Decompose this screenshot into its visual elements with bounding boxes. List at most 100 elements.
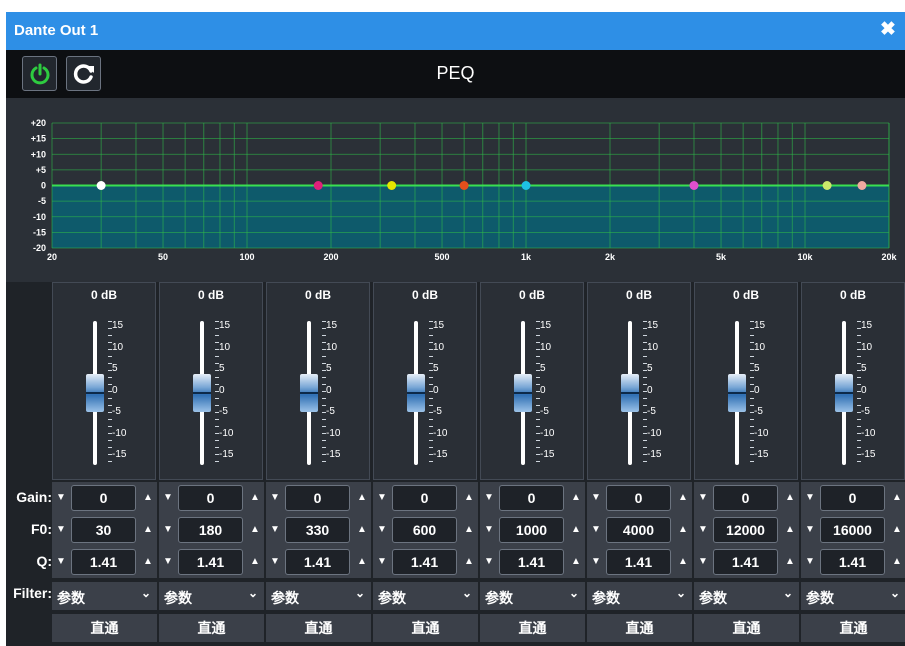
decrement-icon[interactable]: ▼ (587, 546, 605, 578)
bypass-button[interactable]: 直通 (52, 614, 157, 642)
gain-slider-thumb[interactable] (300, 374, 318, 412)
f0-input[interactable] (499, 517, 564, 543)
gain-slider-thumb[interactable] (86, 374, 104, 412)
q-input[interactable] (713, 549, 778, 575)
close-x-icon[interactable]: ✖ (877, 19, 899, 41)
decrement-icon[interactable]: ▼ (373, 514, 391, 546)
increment-icon[interactable]: ▲ (460, 482, 478, 514)
q-input[interactable] (285, 549, 350, 575)
gain-input[interactable] (713, 485, 778, 511)
decrement-icon[interactable]: ▼ (587, 514, 605, 546)
bypass-button[interactable]: 直通 (373, 614, 478, 642)
f0-input[interactable] (71, 517, 136, 543)
increment-icon[interactable]: ▲ (888, 482, 905, 514)
f0-input[interactable] (713, 517, 778, 543)
eq-graph[interactable]: +20 +15 +10 +5 0 -5 -10 -15 -20 20 50 100 200 500 1k 2k… (6, 98, 905, 282)
eq-band-point[interactable] (459, 181, 469, 190)
q-input[interactable] (178, 549, 243, 575)
q-input[interactable] (499, 549, 564, 575)
increment-icon[interactable]: ▲ (353, 546, 371, 578)
f0-input[interactable] (178, 517, 243, 543)
bypass-button[interactable]: 直通 (480, 614, 585, 642)
decrement-icon[interactable]: ▼ (52, 514, 70, 546)
decrement-icon[interactable]: ▼ (694, 514, 712, 546)
decrement-icon[interactable]: ▼ (159, 514, 177, 546)
decrement-icon[interactable]: ▼ (373, 546, 391, 578)
decrement-icon[interactable]: ▼ (266, 482, 284, 514)
increment-icon[interactable]: ▲ (567, 546, 585, 578)
increment-icon[interactable]: ▲ (888, 514, 905, 546)
eq-band-point[interactable] (96, 181, 106, 190)
increment-icon[interactable]: ▲ (460, 546, 478, 578)
increment-icon[interactable]: ▲ (246, 514, 264, 546)
filter-type-select[interactable]: 参数 ⌄ (373, 582, 478, 610)
increment-icon[interactable]: ▲ (674, 546, 692, 578)
decrement-icon[interactable]: ▼ (373, 482, 391, 514)
bypass-button[interactable]: 直通 (266, 614, 371, 642)
decrement-icon[interactable]: ▼ (266, 546, 284, 578)
filter-type-select[interactable]: 参数 ⌄ (266, 582, 371, 610)
decrement-icon[interactable]: ▼ (801, 514, 819, 546)
f0-input[interactable] (285, 517, 350, 543)
increment-icon[interactable]: ▲ (781, 546, 799, 578)
decrement-icon[interactable]: ▼ (694, 482, 712, 514)
eq-band-point[interactable] (689, 181, 699, 190)
f0-input[interactable] (606, 517, 671, 543)
gain-slider-thumb[interactable] (621, 374, 639, 412)
eq-band-point[interactable] (857, 181, 867, 190)
filter-type-select[interactable]: 参数 ⌄ (52, 582, 157, 610)
increment-icon[interactable]: ▲ (246, 546, 264, 578)
increment-icon[interactable]: ▲ (888, 546, 905, 578)
gain-input[interactable] (392, 485, 457, 511)
increment-icon[interactable]: ▲ (353, 482, 371, 514)
decrement-icon[interactable]: ▼ (801, 546, 819, 578)
decrement-icon[interactable]: ▼ (159, 482, 177, 514)
gain-input[interactable] (499, 485, 564, 511)
eq-band-point[interactable] (387, 181, 397, 190)
decrement-icon[interactable]: ▼ (266, 514, 284, 546)
filter-type-select[interactable]: 参数 ⌄ (694, 582, 799, 610)
gain-slider-thumb[interactable] (835, 374, 853, 412)
gain-input[interactable] (285, 485, 350, 511)
decrement-icon[interactable]: ▼ (52, 482, 70, 514)
increment-icon[interactable]: ▲ (353, 514, 371, 546)
decrement-icon[interactable]: ▼ (480, 546, 498, 578)
increment-icon[interactable]: ▲ (139, 546, 157, 578)
gain-slider-thumb[interactable] (728, 374, 746, 412)
eq-band-point[interactable] (822, 181, 832, 190)
q-input[interactable] (71, 549, 136, 575)
filter-type-select[interactable]: 参数 ⌄ (480, 582, 585, 610)
gain-slider-thumb[interactable] (514, 374, 532, 412)
gain-input[interactable] (606, 485, 671, 511)
increment-icon[interactable]: ▲ (460, 514, 478, 546)
decrement-icon[interactable]: ▼ (801, 482, 819, 514)
filter-type-select[interactable]: 参数 ⌄ (801, 582, 905, 610)
q-input[interactable] (606, 549, 671, 575)
increment-icon[interactable]: ▲ (567, 482, 585, 514)
f0-input[interactable] (820, 517, 885, 543)
decrement-icon[interactable]: ▼ (587, 482, 605, 514)
bypass-button[interactable]: 直通 (587, 614, 692, 642)
filter-type-select[interactable]: 参数 ⌄ (159, 582, 264, 610)
gain-slider-thumb[interactable] (193, 374, 211, 412)
bypass-button[interactable]: 直通 (159, 614, 264, 642)
increment-icon[interactable]: ▲ (139, 514, 157, 546)
increment-icon[interactable]: ▲ (781, 482, 799, 514)
increment-icon[interactable]: ▲ (781, 514, 799, 546)
bypass-button[interactable]: 直通 (694, 614, 799, 642)
gain-slider-thumb[interactable] (407, 374, 425, 412)
q-input[interactable] (820, 549, 885, 575)
increment-icon[interactable]: ▲ (674, 482, 692, 514)
f0-input[interactable] (392, 517, 457, 543)
gain-input[interactable] (71, 485, 136, 511)
increment-icon[interactable]: ▲ (139, 482, 157, 514)
bypass-button[interactable]: 直通 (801, 614, 905, 642)
eq-band-point[interactable] (521, 181, 531, 190)
decrement-icon[interactable]: ▼ (480, 482, 498, 514)
gain-input[interactable] (178, 485, 243, 511)
filter-type-select[interactable]: 参数 ⌄ (587, 582, 692, 610)
decrement-icon[interactable]: ▼ (159, 546, 177, 578)
increment-icon[interactable]: ▲ (674, 514, 692, 546)
decrement-icon[interactable]: ▼ (480, 514, 498, 546)
decrement-icon[interactable]: ▼ (52, 546, 70, 578)
